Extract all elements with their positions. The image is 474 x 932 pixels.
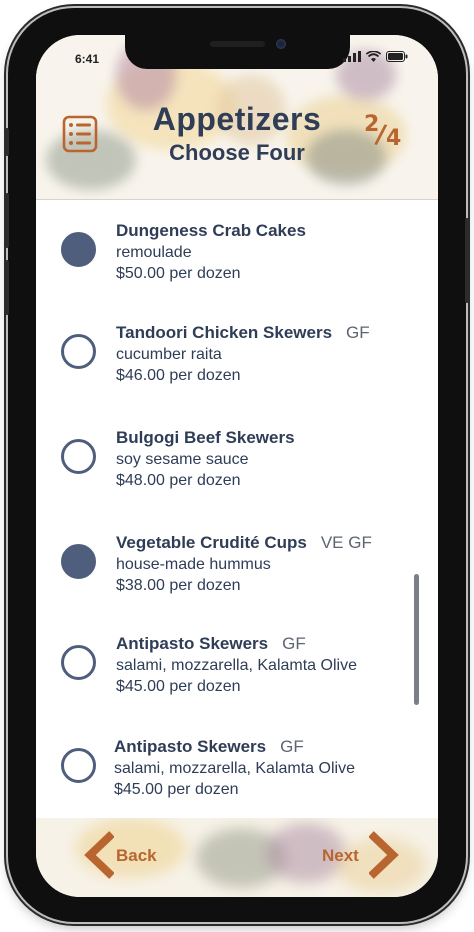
list-item[interactable]: Bulgogi Beef Skewers soy sesame sauce $4… <box>36 427 438 517</box>
radio-button[interactable] <box>61 232 96 267</box>
item-name: Dungeness Crab Cakes <box>116 221 306 240</box>
item-description: remoulade <box>116 244 192 261</box>
item-name-row: Antipasto Skewers GF <box>114 736 414 758</box>
status-time: 6:41 <box>75 52 100 66</box>
back-label: Back <box>116 846 157 865</box>
item-text: Bulgogi Beef Skewers soy sesame sauce $4… <box>116 427 416 491</box>
item-text: Tandoori Chicken Skewers GF cucumber rait… <box>116 322 416 386</box>
radio-button[interactable] <box>61 439 96 474</box>
radio-button[interactable] <box>61 748 96 783</box>
scrollbar[interactable] <box>414 574 419 705</box>
power-button <box>465 218 469 303</box>
item-name: Vegetable Crudité Cups <box>116 533 307 552</box>
list-item[interactable]: Antipasto Skewers GF salami, mozzarella, … <box>36 736 438 810</box>
item-tags: GF <box>280 737 304 756</box>
item-description: salami, mozzarella, Kalamta Olive <box>116 657 357 674</box>
appetizer-list: Dungeness Crab Cakes remoulade $50.00 pe… <box>36 200 438 810</box>
item-name-row: Bulgogi Beef Skewers <box>116 427 416 449</box>
item-name: Antipasto Skewers <box>114 737 267 756</box>
front-camera <box>276 39 286 49</box>
app-screen: 6:41 Appetizers Choose Four 2 / 4 Dungen… <box>36 35 438 897</box>
item-name-row: Dungeness Crab Cakes <box>116 220 416 242</box>
list-item[interactable]: Antipasto Skewers GF salami, mozzarella, … <box>36 633 438 723</box>
item-name: Bulgogi Beef Skewers <box>116 428 295 447</box>
item-text: Vegetable Crudité Cups VE GF house-made h… <box>116 532 416 596</box>
list-item[interactable]: Dungeness Crab Cakes remoulade $50.00 pe… <box>36 220 438 310</box>
radio-button[interactable] <box>61 544 96 579</box>
item-description: house-made hummus <box>116 556 271 573</box>
item-tags: VE GF <box>320 533 372 552</box>
back-button[interactable]: Back <box>80 830 170 880</box>
speaker-grille <box>210 41 265 47</box>
signal-icon <box>343 51 361 62</box>
item-description: cucumber raita <box>116 346 222 363</box>
battery-icon <box>386 51 408 62</box>
item-text: Dungeness Crab Cakes remoulade $50.00 pe… <box>116 220 416 284</box>
step-indicator: 2 / 4 <box>362 112 406 152</box>
next-button[interactable]: Next <box>321 830 411 880</box>
chevron-right-icon <box>369 831 399 879</box>
item-price: $50.00 per dozen <box>116 265 241 282</box>
status-icons <box>343 51 408 62</box>
volume-up-button <box>5 193 9 248</box>
item-tags: GF <box>282 634 306 653</box>
list-item[interactable]: Vegetable Crudité Cups VE GF house-made h… <box>36 532 438 622</box>
silent-switch <box>5 128 9 156</box>
item-price: $48.00 per dozen <box>116 472 241 489</box>
item-name-row: Vegetable Crudité Cups VE GF <box>116 532 416 554</box>
item-name-row: Antipasto Skewers GF <box>116 633 416 655</box>
item-price: $38.00 per dozen <box>116 577 241 594</box>
chevron-left-icon <box>84 831 114 879</box>
list-item[interactable]: Tandoori Chicken Skewers GF cucumber rait… <box>36 322 438 412</box>
item-description: soy sesame sauce <box>116 451 249 468</box>
item-name: Antipasto Skewers <box>116 634 269 653</box>
item-price: $45.00 per dozen <box>116 678 241 695</box>
item-name-row: Tandoori Chicken Skewers GF <box>116 322 416 344</box>
footer-banner: Back Next <box>36 818 438 897</box>
next-label: Next <box>322 846 359 865</box>
radio-button[interactable] <box>61 645 96 680</box>
item-tags: GF <box>346 323 370 342</box>
radio-button[interactable] <box>61 334 96 369</box>
item-text: Antipasto Skewers GF salami, mozzarella, … <box>114 736 414 800</box>
item-price: $46.00 per dozen <box>116 367 241 384</box>
wifi-icon <box>366 51 381 62</box>
step-total: 4 <box>386 126 402 151</box>
item-text: Antipasto Skewers GF salami, mozzarella, … <box>116 633 416 697</box>
item-name: Tandoori Chicken Skewers <box>116 323 333 342</box>
volume-down-button <box>5 260 9 315</box>
item-price: $45.00 per dozen <box>114 781 239 798</box>
phone-notch <box>125 35 350 69</box>
item-description: salami, mozzarella, Kalamta Olive <box>114 760 355 777</box>
